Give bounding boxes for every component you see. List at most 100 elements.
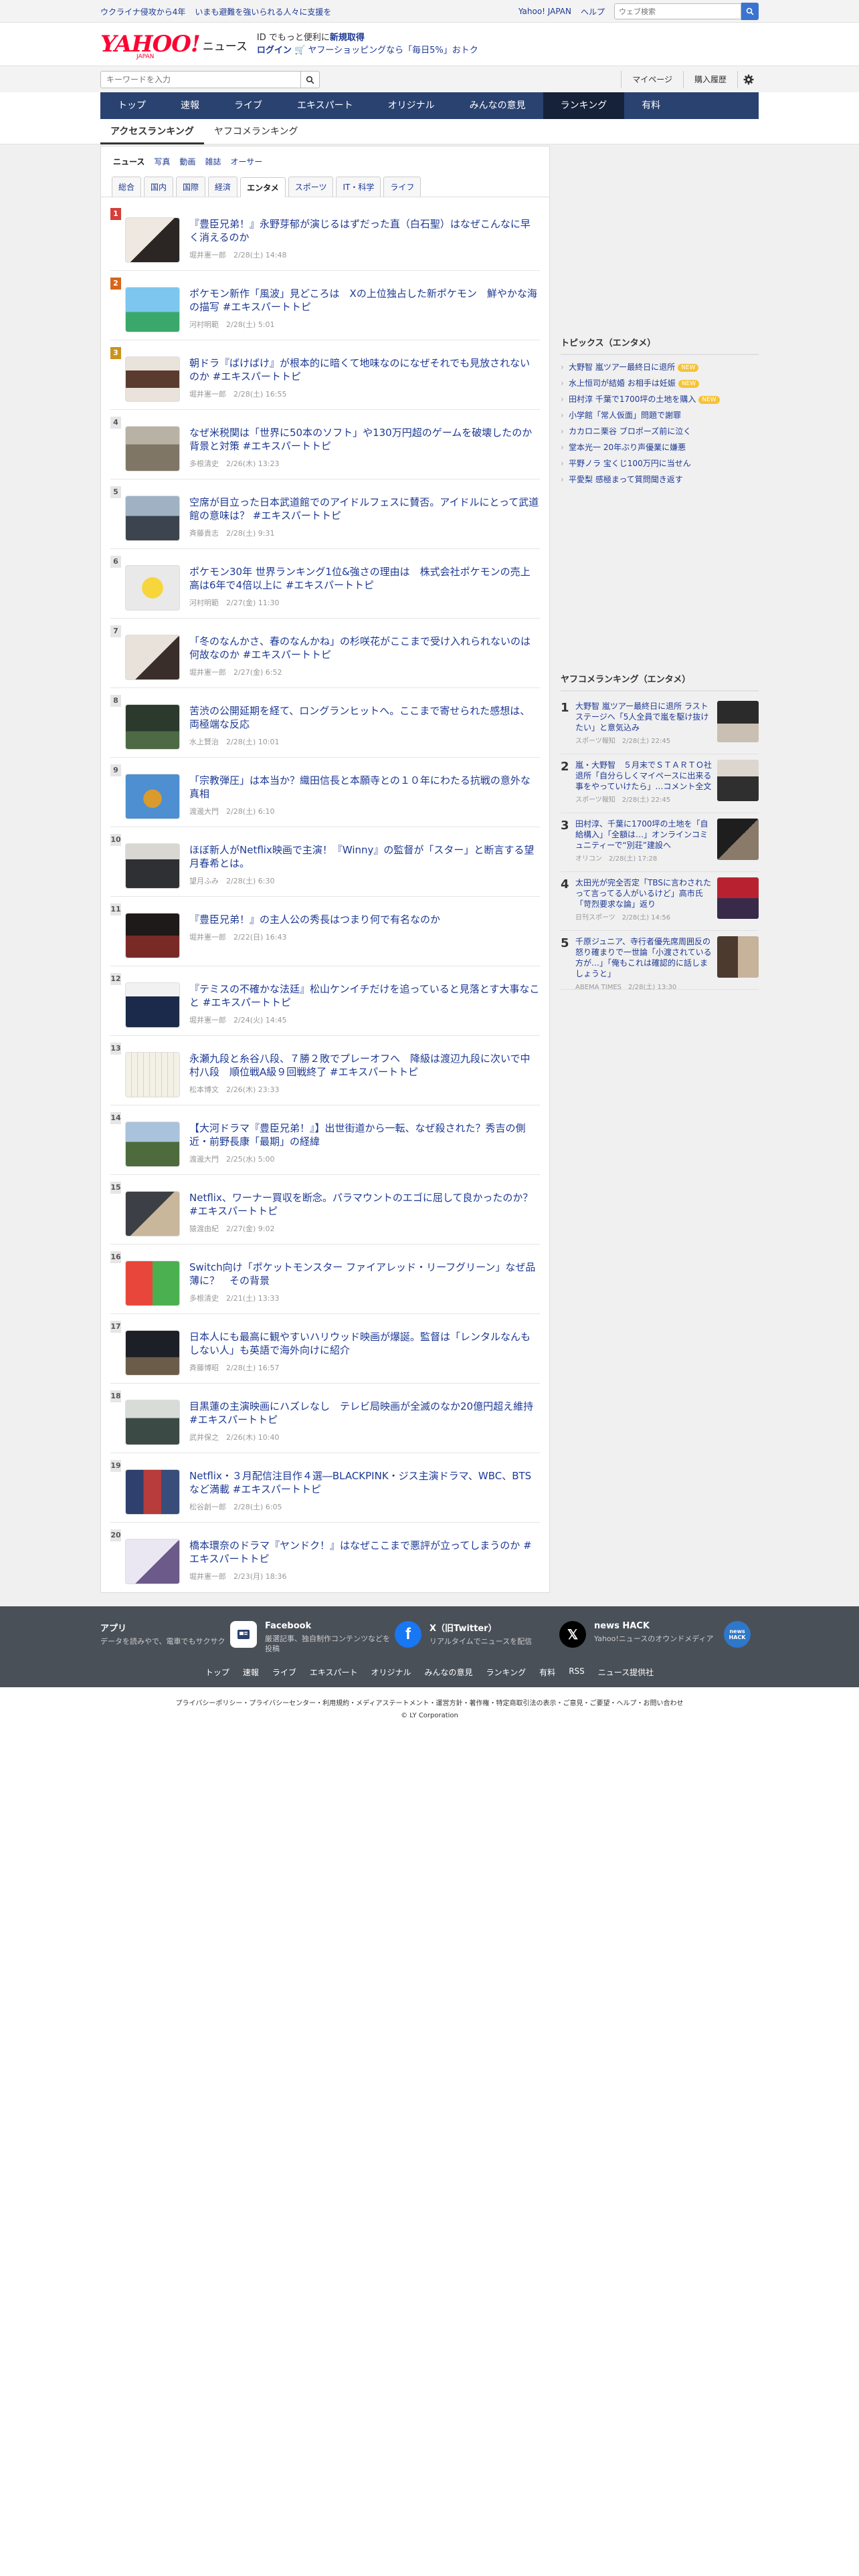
news-search-button[interactable] — [301, 71, 320, 88]
ranking-item[interactable]: 7 「冬のなんかさ、春のなんかね」の杉咲花がここまで受け入れられないのは何故なのか… — [110, 619, 540, 688]
ranking-item[interactable]: 4 なぜ米税関は「世界に50本のソフト」や130万円超のゲームを破壊したのか 背景… — [110, 410, 542, 479]
nav-live[interactable]: ライブ — [217, 92, 280, 119]
article-title[interactable]: 【大河ドラマ『豊臣兄弟！』】出世街道から一転、なぜ殺された？秀吉の側近・前野長康… — [189, 1121, 540, 1148]
topic-item[interactable]: 平愛梨 感極まって質問聞き返す — [561, 471, 759, 488]
footer-nav-providers[interactable]: ニュース提供社 — [598, 1667, 654, 1678]
comment-ranking-title[interactable]: 田村淳、千葉に1700坪の土地を「自給構入」「全額は…」オンラインコミュニティー… — [575, 819, 712, 851]
topic-title[interactable]: 水上恒司が結婚 お相手は妊娠 — [569, 379, 676, 388]
ranking-item[interactable]: 2 ポケモン新作「風波」見どころは Xの上位独占した新ポケモン 鮮やかな海の描写 … — [110, 271, 540, 340]
topic-item[interactable]: カカロニ栗谷 ブロポーズ前に泣く — [561, 423, 759, 439]
web-search-input[interactable] — [614, 3, 741, 19]
nav-top[interactable]: トップ — [100, 92, 163, 119]
legal-links[interactable]: プライバシーポリシー・プライバシーセンター・利用規約・メディアステートメント・運… — [176, 1700, 684, 1707]
article-title[interactable]: 空席が目立った日本武道館でのアイドルフェスに賛否。アイドルにとって武道館の意味は… — [189, 496, 540, 522]
article-title[interactable]: Netflix・３月配信注目作４選―BLACKPINK・ジス主演ドラマ、WBC、… — [189, 1469, 540, 1496]
type-tab-author[interactable]: オーサー — [230, 156, 262, 167]
purchase-history-link[interactable]: 購入履歴 — [682, 71, 737, 88]
ranking-item[interactable]: 20 橋本環奈のドラマ『ヤンドク！』はなぜここまで悪評が立ってしまうのか #エキス… — [110, 1523, 540, 1592]
type-tab-news[interactable]: ニュース — [113, 156, 145, 167]
footer-nav-opinions[interactable]: みんなの意見 — [425, 1667, 473, 1678]
ranking-item[interactable]: 19 Netflix・３月配信注目作４選―BLACKPINK・ジス主演ドラマ、WB… — [110, 1453, 540, 1523]
yahoo-news-logo[interactable]: YAHOO! ニュース — [100, 31, 248, 58]
article-title[interactable]: ポケモン新作「風波」見どころは Xの上位独占した新ポケモン 鮮やかな海の描写 #… — [189, 287, 540, 314]
ranking-item[interactable]: 17 日本人にも最高に観やすいハリウッド映画が爆誕。監督は「レンタルなんもしない人… — [110, 1314, 540, 1384]
topic-title[interactable]: 大野智 嵐ツアー最終日に退所 — [569, 362, 675, 372]
topic-item[interactable]: 平野ノラ 宝くじ100万円に当せん — [561, 455, 759, 471]
footer-app-link[interactable]: アプリ データを読みやで、電車でもサクサク — [100, 1621, 265, 1656]
ranking-item[interactable]: 5 空席が目立った日本武道館でのアイドルフェスに賛否。アイドルにとって武道館の意味… — [110, 479, 540, 549]
article-title[interactable]: 日本人にも最高に観やすいハリウッド映画が爆誕。監督は「レンタルなんもしない人」も… — [189, 1330, 540, 1357]
nav-opinions[interactable]: みんなの意見 — [452, 92, 543, 119]
footer-nav-breaking[interactable]: 速報 — [243, 1667, 259, 1678]
comment-ranking-title[interactable]: 大野智 嵐ツアー最終日に退所 ラストステージへ「5人全員で嵐を駆け抜けたい」と意… — [575, 701, 712, 733]
article-title[interactable]: Netflix、ワーナー買収を断念。パラマウントのエゴに屈して良かったのか？ #… — [189, 1191, 540, 1218]
nav-ranking[interactable]: ランキング — [543, 92, 625, 119]
article-title[interactable]: なぜ米税関は「世界に50本のソフト」や130万円超のゲームを破壊したのか 背景と… — [189, 426, 542, 453]
ranking-item[interactable]: 15 Netflix、ワーナー買収を断念。パラマウントのエゴに屈して良かったのか？… — [110, 1175, 540, 1245]
type-tab-photo[interactable]: 写真 — [154, 156, 170, 167]
article-title[interactable]: ほぼ新人がNetflix映画で主演！『Winny』の監督が「スター」と断言する望… — [189, 843, 540, 870]
article-title[interactable]: 橋本環奈のドラマ『ヤンドク！』はなぜここまで悪評が立ってしまうのか #エキスパー… — [189, 1539, 540, 1566]
ranking-item[interactable]: 11 『豊臣兄弟！』の主人公の秀長はつまり何で有名なのか 堀井憲一郎 2/22(日)… — [110, 897, 540, 966]
ranking-item[interactable]: 13 永瀬九段と糸谷八段、７勝２敗でプレーオフへ 降級は渡辺九段に次いで中村八段 … — [110, 1036, 540, 1105]
news-search-input[interactable] — [100, 71, 301, 88]
topic-title[interactable]: 平野ノラ 宝くじ100万円に当せん — [569, 459, 691, 468]
ranking-item[interactable]: 18 目黒蓮の主演映画にハズレなし テレビ局映画が全滅のなか20億円超え維持 #エ… — [110, 1384, 540, 1453]
genre-tab-life[interactable]: ライフ — [383, 177, 421, 197]
ranking-item[interactable]: 3 朝ドラ『ばけばけ』が根本的に暗くて地味なのになぜそれでも見放されないのか #エ… — [110, 340, 540, 410]
article-title[interactable]: Switch向け「ポケットモンスター ファイアレッド・リーフグリーン」なぜ品薄に… — [189, 1261, 540, 1287]
comment-ranking-item[interactable]: 3 田村淳、千葉に1700坪の土地を「自給構入」「全額は…」オンラインコミュニティ… — [561, 813, 759, 872]
tab-access-ranking[interactable]: アクセスランキング — [100, 119, 204, 144]
footer-nav-rss[interactable]: RSS — [569, 1667, 585, 1678]
footer-newshack-link[interactable]: news HACK Yahoo!ニュースのオウンドメディア news HACK — [594, 1621, 759, 1656]
ranking-item[interactable]: 1 『豊臣兄弟！』永野芽郁が演じるはずだった直（白石聖）はなぜこんなに早く消えるの… — [110, 201, 540, 271]
topic-item[interactable]: 水上恒司が結婚 お相手は妊娠NEW — [561, 375, 759, 391]
comment-ranking-item[interactable]: 1 大野智 嵐ツアー最終日に退所 ラストステージへ「5人全員で嵐を駆け抜けたい」と… — [561, 695, 759, 754]
article-title[interactable]: 永瀬九段と糸谷八段、７勝２敗でプレーオフへ 降級は渡辺九段に次いで中村八段 順位… — [189, 1052, 540, 1079]
article-title[interactable]: 「冬のなんかさ、春のなんかね」の杉咲花がここまで受け入れられないのは何故なのか … — [189, 635, 540, 661]
article-title[interactable]: ポケモン30年 世界ランキング1位&強さの理由は 株式会社ポケモンの売上高は6年… — [189, 565, 540, 592]
comment-ranking-item[interactable]: 5 千原ジュニア、寺行者優先席周囲反の怒り確まりで一世論「小渡されている方が…」「… — [561, 931, 759, 991]
comment-ranking-item[interactable]: 4 太田光が完全否定「TBSに言わされたって言ってる人がいるけど」高市氏「苛烈要求… — [561, 872, 759, 931]
topic-item[interactable]: 堂本光一 20年ぶり声優業に嫌悪 — [561, 439, 759, 455]
genre-tab-entertainment[interactable]: エンタメ — [240, 177, 286, 197]
ranking-item[interactable]: 9 「宗教弾圧」は本当か？織田信長と本願寺との１０年にわたる抗戦の意外な真相 渡邊大… — [110, 758, 540, 827]
nav-breaking[interactable]: 速報 — [163, 92, 217, 119]
footer-nav-paid[interactable]: 有料 — [539, 1667, 555, 1678]
footer-nav-ranking[interactable]: ランキング — [486, 1667, 527, 1678]
ukraine-support-link[interactable]: ウクライナ侵攻から4年 — [100, 6, 185, 17]
article-title[interactable]: 目黒蓮の主演映画にハズレなし テレビ局映画が全滅のなか20億円超え維持 #エキス… — [189, 1400, 540, 1426]
mypage-link[interactable]: マイページ — [621, 71, 683, 88]
article-title[interactable]: 『豊臣兄弟！』の主人公の秀長はつまり何で有名なのか — [189, 913, 540, 926]
topic-title[interactable]: 平愛梨 感極まって質問聞き返す — [569, 475, 683, 484]
login-link[interactable]: ログイン — [257, 45, 292, 56]
topic-title[interactable]: 小学館「常人仮面」問題で謝罪 — [569, 411, 681, 420]
ranking-item[interactable]: 8 苦渋の公開延期を経て、ロングランヒットへ。ここまで寄せられた感想は、両極端な反… — [110, 688, 540, 758]
nav-original[interactable]: オリジナル — [371, 92, 452, 119]
topic-item[interactable]: 田村淳 千葉で1700坪の土地を購入NEW — [561, 391, 759, 407]
ranking-item[interactable]: 16 Switch向け「ポケットモンスター ファイアレッド・リーフグリーン」なぜ品… — [110, 1245, 540, 1314]
topic-item[interactable]: 大野智 嵐ツアー最終日に退所NEW — [561, 359, 759, 375]
genre-tab-economy[interactable]: 経済 — [208, 177, 238, 197]
web-search-button[interactable] — [741, 3, 759, 20]
footer-nav-top[interactable]: トップ — [205, 1667, 229, 1678]
ranking-item[interactable]: 14 【大河ドラマ『豊臣兄弟！』】出世街道から一転、なぜ殺された？秀吉の側近・前野… — [110, 1105, 540, 1175]
nav-paid[interactable]: 有料 — [624, 92, 678, 119]
footer-nav-live[interactable]: ライブ — [272, 1667, 296, 1678]
comment-ranking-item[interactable]: 2 嵐・大野智 ５月末でＳＴＡＲＴＯ社退所「自分らしくマイペースに出来る事をやって… — [561, 754, 759, 813]
evacuee-support-link[interactable]: いまも避難を強いられる人々に支援を — [195, 6, 331, 17]
genre-tab-it-science[interactable]: IT・科学 — [336, 177, 381, 197]
ranking-item[interactable]: 12 『テミスの不確かな法廷』松山ケンイチだけを追っていると見落とす大事なこと #… — [110, 966, 540, 1036]
topic-title[interactable]: 堂本光一 20年ぶり声優業に嫌悪 — [569, 443, 686, 452]
ranking-item[interactable]: 10 ほぼ新人がNetflix映画で主演！『Winny』の監督が「スター」と断言す… — [110, 827, 540, 897]
shopping-promo-link[interactable]: ヤフーショッピングなら「毎日5%」おトク — [308, 45, 478, 56]
nav-expert[interactable]: エキスパート — [280, 92, 371, 119]
comment-ranking-title[interactable]: 嵐・大野智 ５月末でＳＴＡＲＴＯ社退所「自分らしくマイペースに出来る事をやってい… — [575, 760, 712, 792]
genre-tab-world[interactable]: 国際 — [176, 177, 206, 197]
help-link[interactable]: ヘルプ — [581, 6, 605, 17]
comment-ranking-title[interactable]: 千原ジュニア、寺行者優先席周囲反の怒り確まりで一世論「小渡されている方が…」「俺… — [575, 936, 712, 979]
type-tab-video[interactable]: 動画 — [179, 156, 195, 167]
topic-title[interactable]: カカロニ栗谷 ブロポーズ前に泣く — [569, 427, 691, 436]
signup-link[interactable]: 新規取得 — [330, 33, 365, 43]
ranking-item[interactable]: 6 ポケモン30年 世界ランキング1位&強さの理由は 株式会社ポケモンの売上高は6… — [110, 549, 540, 619]
